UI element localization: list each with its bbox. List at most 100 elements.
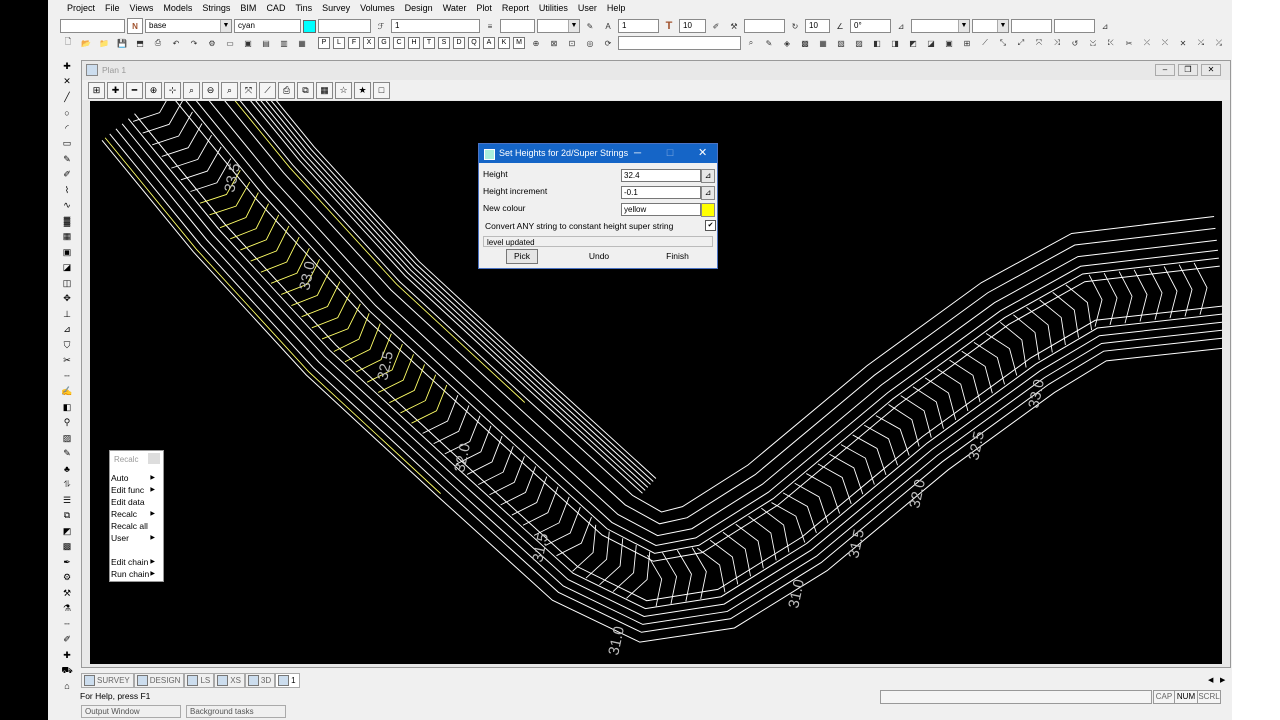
extra-pick-icon[interactable]: ⊿ <box>1097 18 1113 34</box>
tab-xs[interactable]: XS <box>214 673 245 688</box>
rail-icon[interactable]: ☰ <box>60 493 74 507</box>
refresh-icon[interactable]: ⟳ <box>600 35 616 51</box>
cad-tool-8-icon[interactable]: ⤪ <box>1103 35 1119 51</box>
edit-tool-1-icon[interactable]: ✎ <box>761 35 777 51</box>
pen-icon[interactable]: ✎ <box>582 18 598 34</box>
tabs-scroll-left-icon[interactable]: ◀ <box>1208 676 1213 684</box>
background-tasks-tab[interactable]: Background tasks <box>186 705 286 718</box>
redo-icon[interactable]: ↷ <box>186 35 202 51</box>
text-size-field[interactable]: 1 <box>618 19 659 33</box>
snap-c[interactable]: C <box>393 37 405 49</box>
menu-volumes[interactable]: Volumes <box>355 1 400 16</box>
extra-field-2[interactable] <box>1054 19 1095 33</box>
text-style-icon[interactable]: A <box>600 18 616 34</box>
recalc-item-recalc-all[interactable]: Recalc all <box>111 521 161 532</box>
menu-bim[interactable]: BIM <box>235 1 261 16</box>
snap-t[interactable]: T <box>423 37 435 49</box>
convert-checkbox[interactable]: ✔ <box>705 220 716 231</box>
print-icon[interactable]: ⎙ <box>150 35 166 51</box>
symbol-field[interactable] <box>744 19 785 33</box>
scissor-icon[interactable]: ✂ <box>60 354 74 368</box>
pick-button[interactable]: Pick <box>506 249 538 264</box>
edit-tool-4-icon[interactable]: ▦ <box>815 35 831 51</box>
height-pick-icon[interactable]: ⊿ <box>701 169 715 183</box>
rotate-icon[interactable]: ↻ <box>787 18 803 34</box>
polyline-icon[interactable]: ⌇ <box>60 183 74 197</box>
zoom-fit-icon[interactable]: ⊠ <box>546 35 562 51</box>
edit-tool-3-icon[interactable]: ▩ <box>797 35 813 51</box>
tool-a-icon[interactable]: ▣ <box>240 35 256 51</box>
cad-tool-6-icon[interactable]: ↺ <box>1067 35 1083 51</box>
undo-icon[interactable]: ↶ <box>168 35 184 51</box>
sign-icon[interactable]: ⌂ <box>60 679 74 693</box>
survey-icon[interactable]: ⚲ <box>60 416 74 430</box>
model-combo[interactable]: base ▼ <box>145 19 232 33</box>
point-icon[interactable]: ✚ <box>60 59 74 73</box>
extra-combo[interactable]: ▼ <box>972 19 1009 33</box>
menu-user[interactable]: User <box>573 1 602 16</box>
open-folder-icon[interactable]: 📂 <box>78 35 94 51</box>
snap-s[interactable]: S <box>438 37 450 49</box>
edit-tool-9-icon[interactable]: ◩ <box>905 35 921 51</box>
arc-icon[interactable]: ◜ <box>60 121 74 135</box>
menu-tins[interactable]: Tins <box>290 1 317 16</box>
snap-q[interactable]: Q <box>468 37 480 49</box>
plan-add-icon[interactable]: ✚ <box>107 81 124 99</box>
cad-tool-4-icon[interactable]: ⤧ <box>1031 35 1047 51</box>
recalc-item-edit-chain[interactable]: Edit chain ▶ <box>111 557 161 568</box>
extra-dropdown-icon[interactable]: ▼ <box>997 20 1008 32</box>
shield-icon[interactable]: ⛉ <box>60 338 74 352</box>
n-button[interactable]: N <box>127 18 143 34</box>
snap-p[interactable]: P <box>318 37 330 49</box>
dialog-maximize-button[interactable]: ☐ <box>666 144 674 163</box>
angle-icon[interactable]: ∠ <box>832 18 848 34</box>
zoom-in-icon[interactable]: ◎ <box>582 35 598 51</box>
wrench-icon[interactable]: ⚒ <box>60 586 74 600</box>
recalc-item-edit-func[interactable]: Edit func ▶ <box>111 485 161 496</box>
new-file-icon[interactable]: 🗋 <box>60 35 76 51</box>
zoom-window-icon[interactable]: ⊡ <box>564 35 580 51</box>
symbol-icon[interactable]: ⚒ <box>726 18 742 34</box>
edit-icon[interactable]: ✎ <box>60 447 74 461</box>
chart-icon[interactable]: ◩ <box>60 524 74 538</box>
dialog-close-button[interactable]: ✕ <box>698 144 707 163</box>
colour-input[interactable]: yellow <box>621 203 701 216</box>
cad-tool-14-icon[interactable]: ⤰ <box>1211 35 1227 51</box>
edit-box-icon[interactable]: ▨ <box>60 431 74 445</box>
text-height-field[interactable]: 10 <box>679 19 706 33</box>
cross-icon[interactable]: ✕ <box>60 75 74 89</box>
undo-button[interactable]: Undo <box>582 249 616 264</box>
recalc-close-button[interactable] <box>148 453 160 464</box>
plan-title-bar[interactable]: Plan 1 – ❐ ✕ <box>82 61 1230 79</box>
tool-c-icon[interactable]: ▥ <box>276 35 292 51</box>
tab-design[interactable]: DESIGN <box>133 673 185 688</box>
write-icon[interactable]: ✒ <box>60 555 74 569</box>
snap-x[interactable]: X <box>363 37 375 49</box>
menu-utilities[interactable]: Utilities <box>534 1 573 16</box>
tree-icon[interactable]: ♣ <box>60 462 74 476</box>
locate-field[interactable] <box>618 36 741 50</box>
plan-views-icon[interactable]: ⊞ <box>88 81 105 99</box>
edit-tool-10-icon[interactable]: ◪ <box>923 35 939 51</box>
cad-tool-1-icon[interactable]: ⟋ <box>977 35 993 51</box>
plan-zoom-out-icon[interactable]: ⊖ <box>202 81 219 99</box>
line-count-field[interactable]: 10 <box>805 19 830 33</box>
macro-icon[interactable]: ⚙ <box>60 571 74 585</box>
circle-icon[interactable]: ○ <box>60 106 74 120</box>
colour-swatch[interactable] <box>303 19 316 33</box>
draw-icon[interactable]: ✍ <box>60 385 74 399</box>
edit-tool-2-icon[interactable]: ◈ <box>779 35 795 51</box>
menu-water[interactable]: Water <box>438 1 472 16</box>
finish-button[interactable]: Finish <box>659 249 696 264</box>
edit-tool-11-icon[interactable]: ▣ <box>941 35 957 51</box>
recalc-title-bar[interactable]: Recalc <box>110 451 163 467</box>
plan-zoom-window-icon[interactable]: ⌕ <box>221 81 238 99</box>
tab-3d[interactable]: 3D <box>244 673 276 688</box>
plan-copy-icon[interactable]: ⧉ <box>297 81 314 99</box>
recalc-item-edit-data[interactable]: Edit data <box>111 497 161 508</box>
recalc-item-user[interactable]: User ▶ <box>111 533 161 544</box>
open-file-icon[interactable]: 📁 <box>96 35 112 51</box>
edit-tool-5-icon[interactable]: ▧ <box>833 35 849 51</box>
edit-tool-12-icon[interactable]: ⊞ <box>959 35 975 51</box>
tool-d-icon[interactable]: ▦ <box>294 35 310 51</box>
